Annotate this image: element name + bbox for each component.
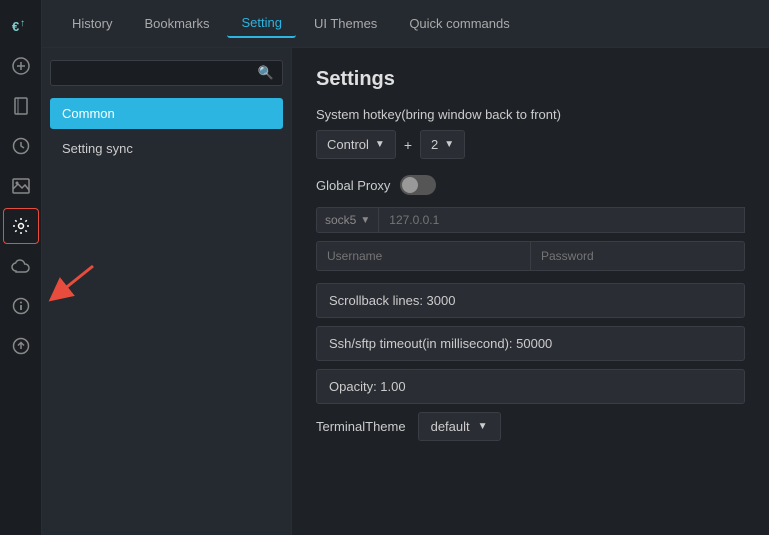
sidebar: € ↑ (0, 0, 42, 535)
menu-item-setting-sync[interactable]: Setting sync (50, 133, 283, 164)
hotkey-modifier-dropdown[interactable]: Control ▼ (316, 130, 396, 159)
global-proxy-label: Global Proxy (316, 178, 390, 193)
proxy-host-input[interactable] (379, 207, 745, 233)
tab-bookmarks[interactable]: Bookmarks (130, 10, 223, 37)
image-sidebar-icon[interactable] (3, 168, 39, 204)
menu-item-common[interactable]: Common (50, 98, 283, 129)
proxy-type-select[interactable]: sock5 ▼ (316, 207, 379, 233)
toggle-knob (402, 177, 418, 193)
timeout-row[interactable]: Ssh/sftp timeout(in millisecond): 50000 (316, 326, 745, 361)
hotkey-label: System hotkey(bring window back to front… (316, 107, 745, 122)
search-input[interactable] (59, 66, 258, 81)
terminal-theme-label: TerminalTheme (316, 419, 406, 434)
scrollback-row[interactable]: Scrollback lines: 3000 (316, 283, 745, 318)
right-panel: Settings System hotkey(bring window back… (292, 48, 769, 535)
tab-ui-themes[interactable]: UI Themes (300, 10, 391, 37)
logo-icon: € ↑ (3, 8, 39, 44)
opacity-row[interactable]: Opacity: 1.00 (316, 369, 745, 404)
upload-sidebar-icon[interactable] (3, 328, 39, 364)
proxy-inputs: sock5 ▼ (316, 207, 745, 233)
hotkey-key-value: 2 (431, 137, 438, 152)
tab-setting[interactable]: Setting (227, 9, 295, 38)
proxy-row: Global Proxy (316, 175, 745, 195)
settings-title: Settings (316, 68, 745, 91)
hotkey-modifier-value: Control (327, 137, 369, 152)
tab-bar: History Bookmarks Setting UI Themes Quic… (42, 0, 769, 48)
chevron-down-icon-2: ▼ (444, 139, 454, 150)
password-input[interactable] (531, 241, 745, 271)
credentials-row (316, 241, 745, 271)
search-box[interactable]: 🔍 (50, 60, 283, 86)
theme-chevron-icon: ▼ (478, 421, 488, 432)
settings-sidebar-icon[interactable] (3, 208, 39, 244)
proxy-type-value: sock5 (325, 213, 356, 227)
global-proxy-toggle[interactable] (400, 175, 436, 195)
hotkey-key-dropdown[interactable]: 2 ▼ (420, 130, 465, 159)
terminal-theme-row: TerminalTheme default ▼ (316, 412, 745, 441)
proxy-type-chevron: ▼ (360, 215, 370, 226)
terminal-theme-value: default (431, 419, 470, 434)
search-icon: 🔍 (258, 65, 274, 81)
tab-history[interactable]: History (58, 10, 126, 37)
tab-quick-commands[interactable]: Quick commands (395, 10, 523, 37)
plus-sign: + (404, 137, 412, 153)
cloud-sidebar-icon[interactable] (3, 248, 39, 284)
content-area: 🔍 Common Setting sync Settings System ho… (42, 48, 769, 535)
left-panel: 🔍 Common Setting sync (42, 48, 292, 535)
bookmark-sidebar-icon[interactable] (3, 88, 39, 124)
svg-text:↑: ↑ (20, 18, 25, 29)
terminal-theme-dropdown[interactable]: default ▼ (418, 412, 501, 441)
chevron-down-icon: ▼ (375, 139, 385, 150)
history-sidebar-icon[interactable] (3, 128, 39, 164)
add-tab-icon[interactable] (3, 48, 39, 84)
username-input[interactable] (316, 241, 531, 271)
info-sidebar-icon[interactable] (3, 288, 39, 324)
svg-text:€: € (12, 19, 19, 34)
main-content: History Bookmarks Setting UI Themes Quic… (42, 0, 769, 535)
hotkey-row: Control ▼ + 2 ▼ (316, 130, 745, 159)
